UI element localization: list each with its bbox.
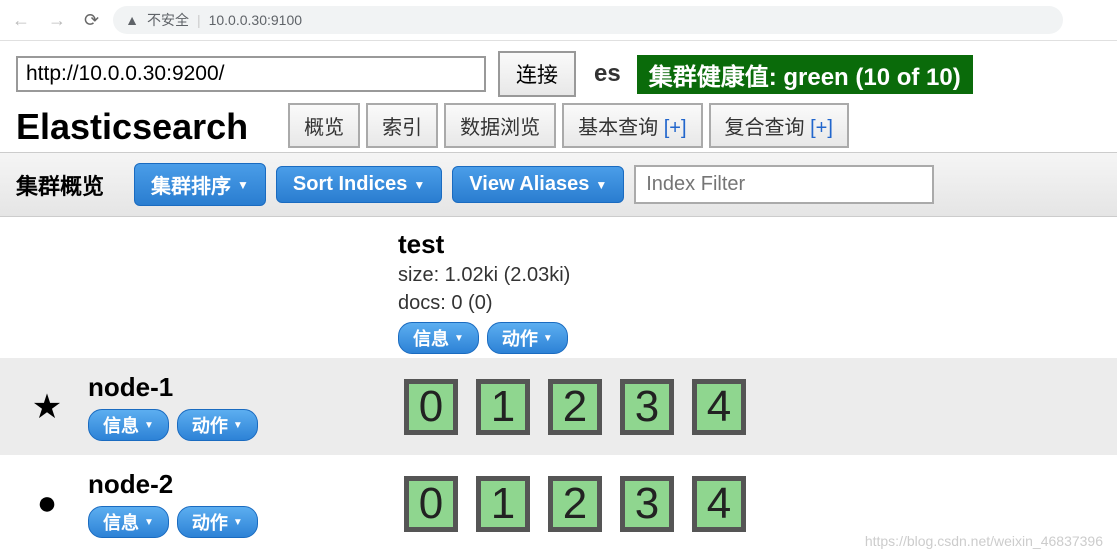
connect-row: 连接 es 集群健康值: green (10 of 10): [0, 41, 1117, 103]
toolbar-title: 集群概览: [16, 169, 104, 201]
chevron-down-icon: ▼: [413, 178, 425, 192]
cluster-toolbar: 集群概览 集群排序▼ Sort Indices▼ View Aliases▼: [0, 152, 1117, 217]
forward-icon[interactable]: →: [44, 8, 70, 33]
shard-box[interactable]: 1: [476, 379, 530, 435]
shard-box[interactable]: 2: [548, 476, 602, 532]
node-action-button[interactable]: 动作▼: [177, 409, 258, 441]
cluster-url-input[interactable]: [16, 56, 486, 92]
tab-basic-query[interactable]: 基本查询 [+]: [562, 103, 702, 148]
index-docs: docs: 0 (0): [398, 290, 570, 316]
index-action-button[interactable]: 动作▼: [487, 322, 568, 354]
browser-toolbar: ← → ⟳ ▲ 不安全 | 10.0.0.30:9100: [0, 0, 1117, 41]
watermark: https://blog.csdn.net/weixin_46837396: [865, 533, 1103, 549]
index-info-button[interactable]: 信息▼: [398, 322, 479, 354]
node-action-button[interactable]: 动作▼: [177, 506, 258, 538]
cluster-name: es: [594, 60, 621, 88]
app-title: Elasticsearch: [16, 106, 248, 148]
index-header-row: test size: 1.02ki (2.03ki) docs: 0 (0) 信…: [0, 217, 1117, 358]
chevron-down-icon: ▼: [543, 333, 553, 344]
chevron-down-icon: ▼: [237, 178, 249, 192]
cluster-grid: test size: 1.02ki (2.03ki) docs: 0 (0) 信…: [0, 217, 1117, 552]
address-text: 10.0.0.30:9100: [209, 12, 302, 28]
chevron-down-icon: ▼: [233, 517, 243, 528]
tab-compound-query[interactable]: 复合查询 [+]: [709, 103, 849, 148]
shard-box[interactable]: 0: [404, 476, 458, 532]
index-name: test: [398, 229, 570, 260]
health-badge: 集群健康值: green (10 of 10): [637, 55, 973, 94]
tabs: 概览 索引 数据浏览 基本查询 [+] 复合查询 [+]: [288, 103, 849, 148]
shard-box[interactable]: 4: [692, 379, 746, 435]
index-filter-input[interactable]: [634, 165, 934, 204]
index-size: size: 1.02ki (2.03ki): [398, 262, 570, 288]
insecure-label: 不安全: [147, 10, 189, 30]
node-name: node-1: [88, 372, 258, 403]
view-aliases-button[interactable]: View Aliases▼: [452, 166, 624, 203]
index-info: test size: 1.02ki (2.03ki) docs: 0 (0) 信…: [390, 225, 578, 358]
star-icon: ★: [24, 387, 70, 427]
shard-box[interactable]: 1: [476, 476, 530, 532]
warning-icon: ▲: [125, 12, 139, 28]
reload-icon[interactable]: ⟳: [80, 8, 103, 33]
node-row: ★ node-1 信息▼ 动作▼ 0 1 2 3 4: [0, 358, 1117, 455]
node-info-button[interactable]: 信息▼: [88, 409, 169, 441]
chevron-down-icon: ▼: [454, 333, 464, 344]
shard-box[interactable]: 4: [692, 476, 746, 532]
back-icon[interactable]: ←: [8, 8, 34, 33]
chevron-down-icon: ▼: [595, 178, 607, 192]
sort-indices-button[interactable]: Sort Indices▼: [276, 166, 442, 203]
node-info-button[interactable]: 信息▼: [88, 506, 169, 538]
sort-cluster-button[interactable]: 集群排序▼: [134, 163, 266, 206]
shards-row: 0 1 2 3 4: [390, 476, 746, 532]
node-name: node-2: [88, 469, 258, 500]
circle-icon: ●: [24, 484, 70, 523]
shards-row: 0 1 2 3 4: [390, 379, 746, 435]
tab-indices[interactable]: 索引: [366, 103, 438, 148]
tab-overview[interactable]: 概览: [288, 103, 360, 148]
title-row: Elasticsearch 概览 索引 数据浏览 基本查询 [+] 复合查询 […: [0, 103, 1117, 148]
tab-browse[interactable]: 数据浏览: [444, 103, 556, 148]
shard-box[interactable]: 3: [620, 379, 674, 435]
connect-button[interactable]: 连接: [498, 51, 576, 97]
shard-box[interactable]: 3: [620, 476, 674, 532]
address-bar[interactable]: ▲ 不安全 | 10.0.0.30:9100: [113, 6, 1063, 34]
chevron-down-icon: ▼: [233, 420, 243, 431]
shard-box[interactable]: 2: [548, 379, 602, 435]
shard-box[interactable]: 0: [404, 379, 458, 435]
chevron-down-icon: ▼: [144, 420, 154, 431]
chevron-down-icon: ▼: [144, 517, 154, 528]
